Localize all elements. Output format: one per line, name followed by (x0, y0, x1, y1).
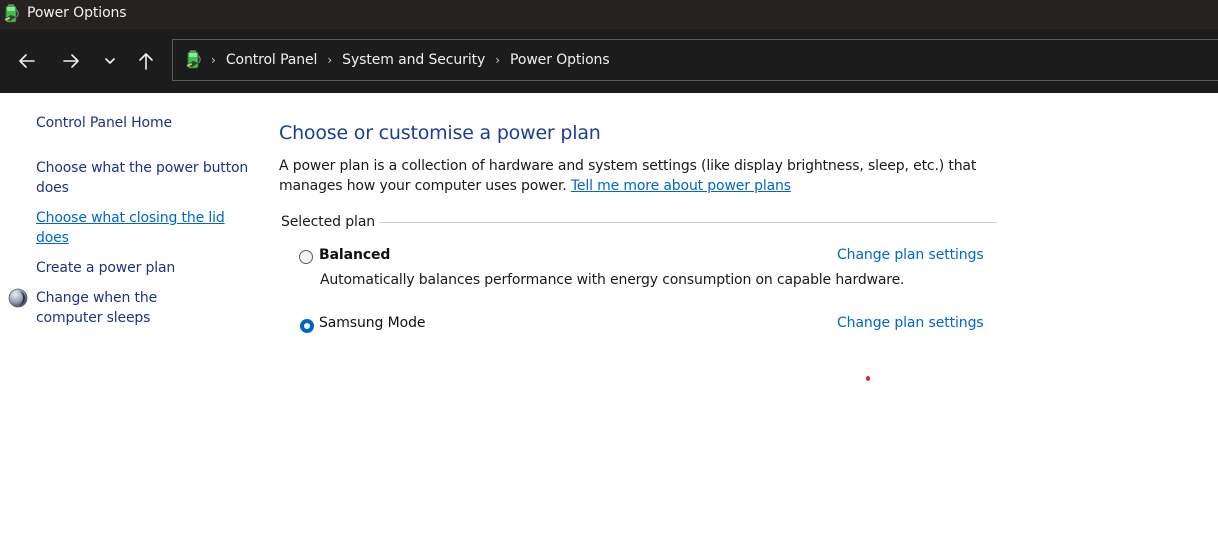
balanced-change-plan-settings-link[interactable]: Change plan settings (837, 247, 984, 263)
sidebar-item-power-button[interactable]: Choose what the power button does (36, 158, 251, 198)
balanced-plan-description: Automatically balances performance with … (320, 272, 905, 288)
sidebar-item-closing-lid[interactable]: Choose what closing the lid does (36, 208, 226, 248)
page-title: Choose or customise a power plan (279, 122, 601, 144)
breadcrumb-separator[interactable]: › (327, 53, 332, 67)
recent-locations-button[interactable] (98, 49, 122, 73)
arrow-left-icon (19, 54, 35, 68)
back-button[interactable] (15, 49, 39, 73)
arrow-up-icon (139, 53, 153, 70)
selected-plan-label: Selected plan (281, 214, 376, 230)
chevron-down-icon (105, 58, 115, 64)
arrow-right-icon (63, 54, 79, 68)
page-description: A power plan is a collection of hardware… (279, 156, 979, 196)
title-bar: Power Options (0, 0, 1218, 29)
breadcrumb-separator[interactable]: › (495, 53, 500, 67)
forward-button[interactable] (59, 49, 83, 73)
cursor-marker (866, 376, 870, 381)
balanced-plan-radio[interactable] (299, 250, 313, 264)
sidebar-item-create-power-plan[interactable]: Create a power plan (36, 258, 251, 278)
breadcrumb-system-and-security[interactable]: System and Security (342, 52, 485, 68)
address-bar[interactable]: › Control Panel › System and Security › … (172, 39, 1218, 81)
learn-more-link[interactable]: Tell me more about power plans (571, 178, 791, 194)
samsung-mode-plan-radio[interactable] (300, 319, 314, 333)
sidebar-item-change-sleep[interactable]: Change when the computer sleeps (36, 288, 226, 328)
group-divider (379, 222, 997, 223)
samsung-mode-plan-name[interactable]: Samsung Mode (319, 315, 426, 331)
breadcrumb-power-options[interactable]: Power Options (510, 52, 610, 68)
breadcrumb-control-panel[interactable]: Control Panel (226, 52, 318, 68)
moon-sleep-icon (8, 288, 28, 308)
samsung-mode-change-plan-settings-link[interactable]: Change plan settings (837, 315, 984, 331)
battery-power-icon (186, 50, 201, 69)
navigation-toolbar: › Control Panel › System and Security › … (0, 29, 1218, 93)
breadcrumb: › Control Panel › System and Security › … (211, 40, 620, 80)
up-button[interactable] (134, 49, 158, 73)
battery-power-icon (4, 4, 19, 23)
balanced-plan-name[interactable]: Balanced (319, 247, 390, 263)
sidebar-item-control-panel-home[interactable]: Control Panel Home (36, 113, 251, 133)
window-title: Power Options (27, 5, 127, 21)
breadcrumb-separator[interactable]: › (211, 53, 216, 67)
